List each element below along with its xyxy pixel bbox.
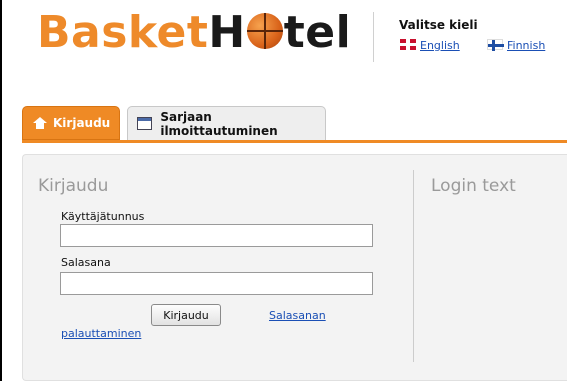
login-button[interactable]: Kirjaudu (151, 304, 221, 326)
language-english-link[interactable]: English (400, 39, 460, 52)
tab-underline-bar (22, 140, 567, 143)
tab-registration-label: Sarjaan ilmoittautuminen (160, 109, 278, 138)
tab-kirjaudu[interactable]: Kirjaudu (22, 106, 120, 140)
logo-basket-text: Basket (37, 7, 209, 58)
header-divider (373, 12, 374, 62)
logo-hotel-h: H (208, 7, 246, 58)
password-label: Salasana (61, 256, 111, 269)
language-title: Valitse kieli (399, 18, 478, 32)
tab-kirjaudu-label: Kirjaudu (53, 116, 111, 130)
logo-hotel-tel: tel (283, 7, 352, 58)
calendar-icon (137, 117, 153, 130)
home-icon (33, 117, 47, 129)
column-divider (413, 170, 414, 362)
language-english-label: English (420, 39, 460, 52)
password-reset-link-continued[interactable]: palauttaminen (61, 327, 141, 340)
password-reset-link[interactable]: Salasanan (269, 309, 326, 322)
login-text-heading: Login text (431, 176, 516, 196)
username-input[interactable] (60, 224, 373, 247)
basket-hotel-logo[interactable]: BasketH tel (37, 8, 351, 58)
login-heading: Kirjaudu (38, 176, 109, 196)
password-input[interactable] (60, 272, 373, 295)
uk-flag-icon (400, 39, 416, 50)
tab-sarjaan-ilmoittautuminen[interactable]: Sarjaan ilmoittautuminen (127, 106, 326, 140)
username-label: Käyttäjätunnus (61, 210, 145, 223)
language-finnish-link[interactable]: Finnish (487, 39, 545, 52)
language-finnish-label: Finnish (507, 39, 546, 52)
finland-flag-icon (487, 39, 504, 51)
basketball-icon (246, 13, 283, 49)
